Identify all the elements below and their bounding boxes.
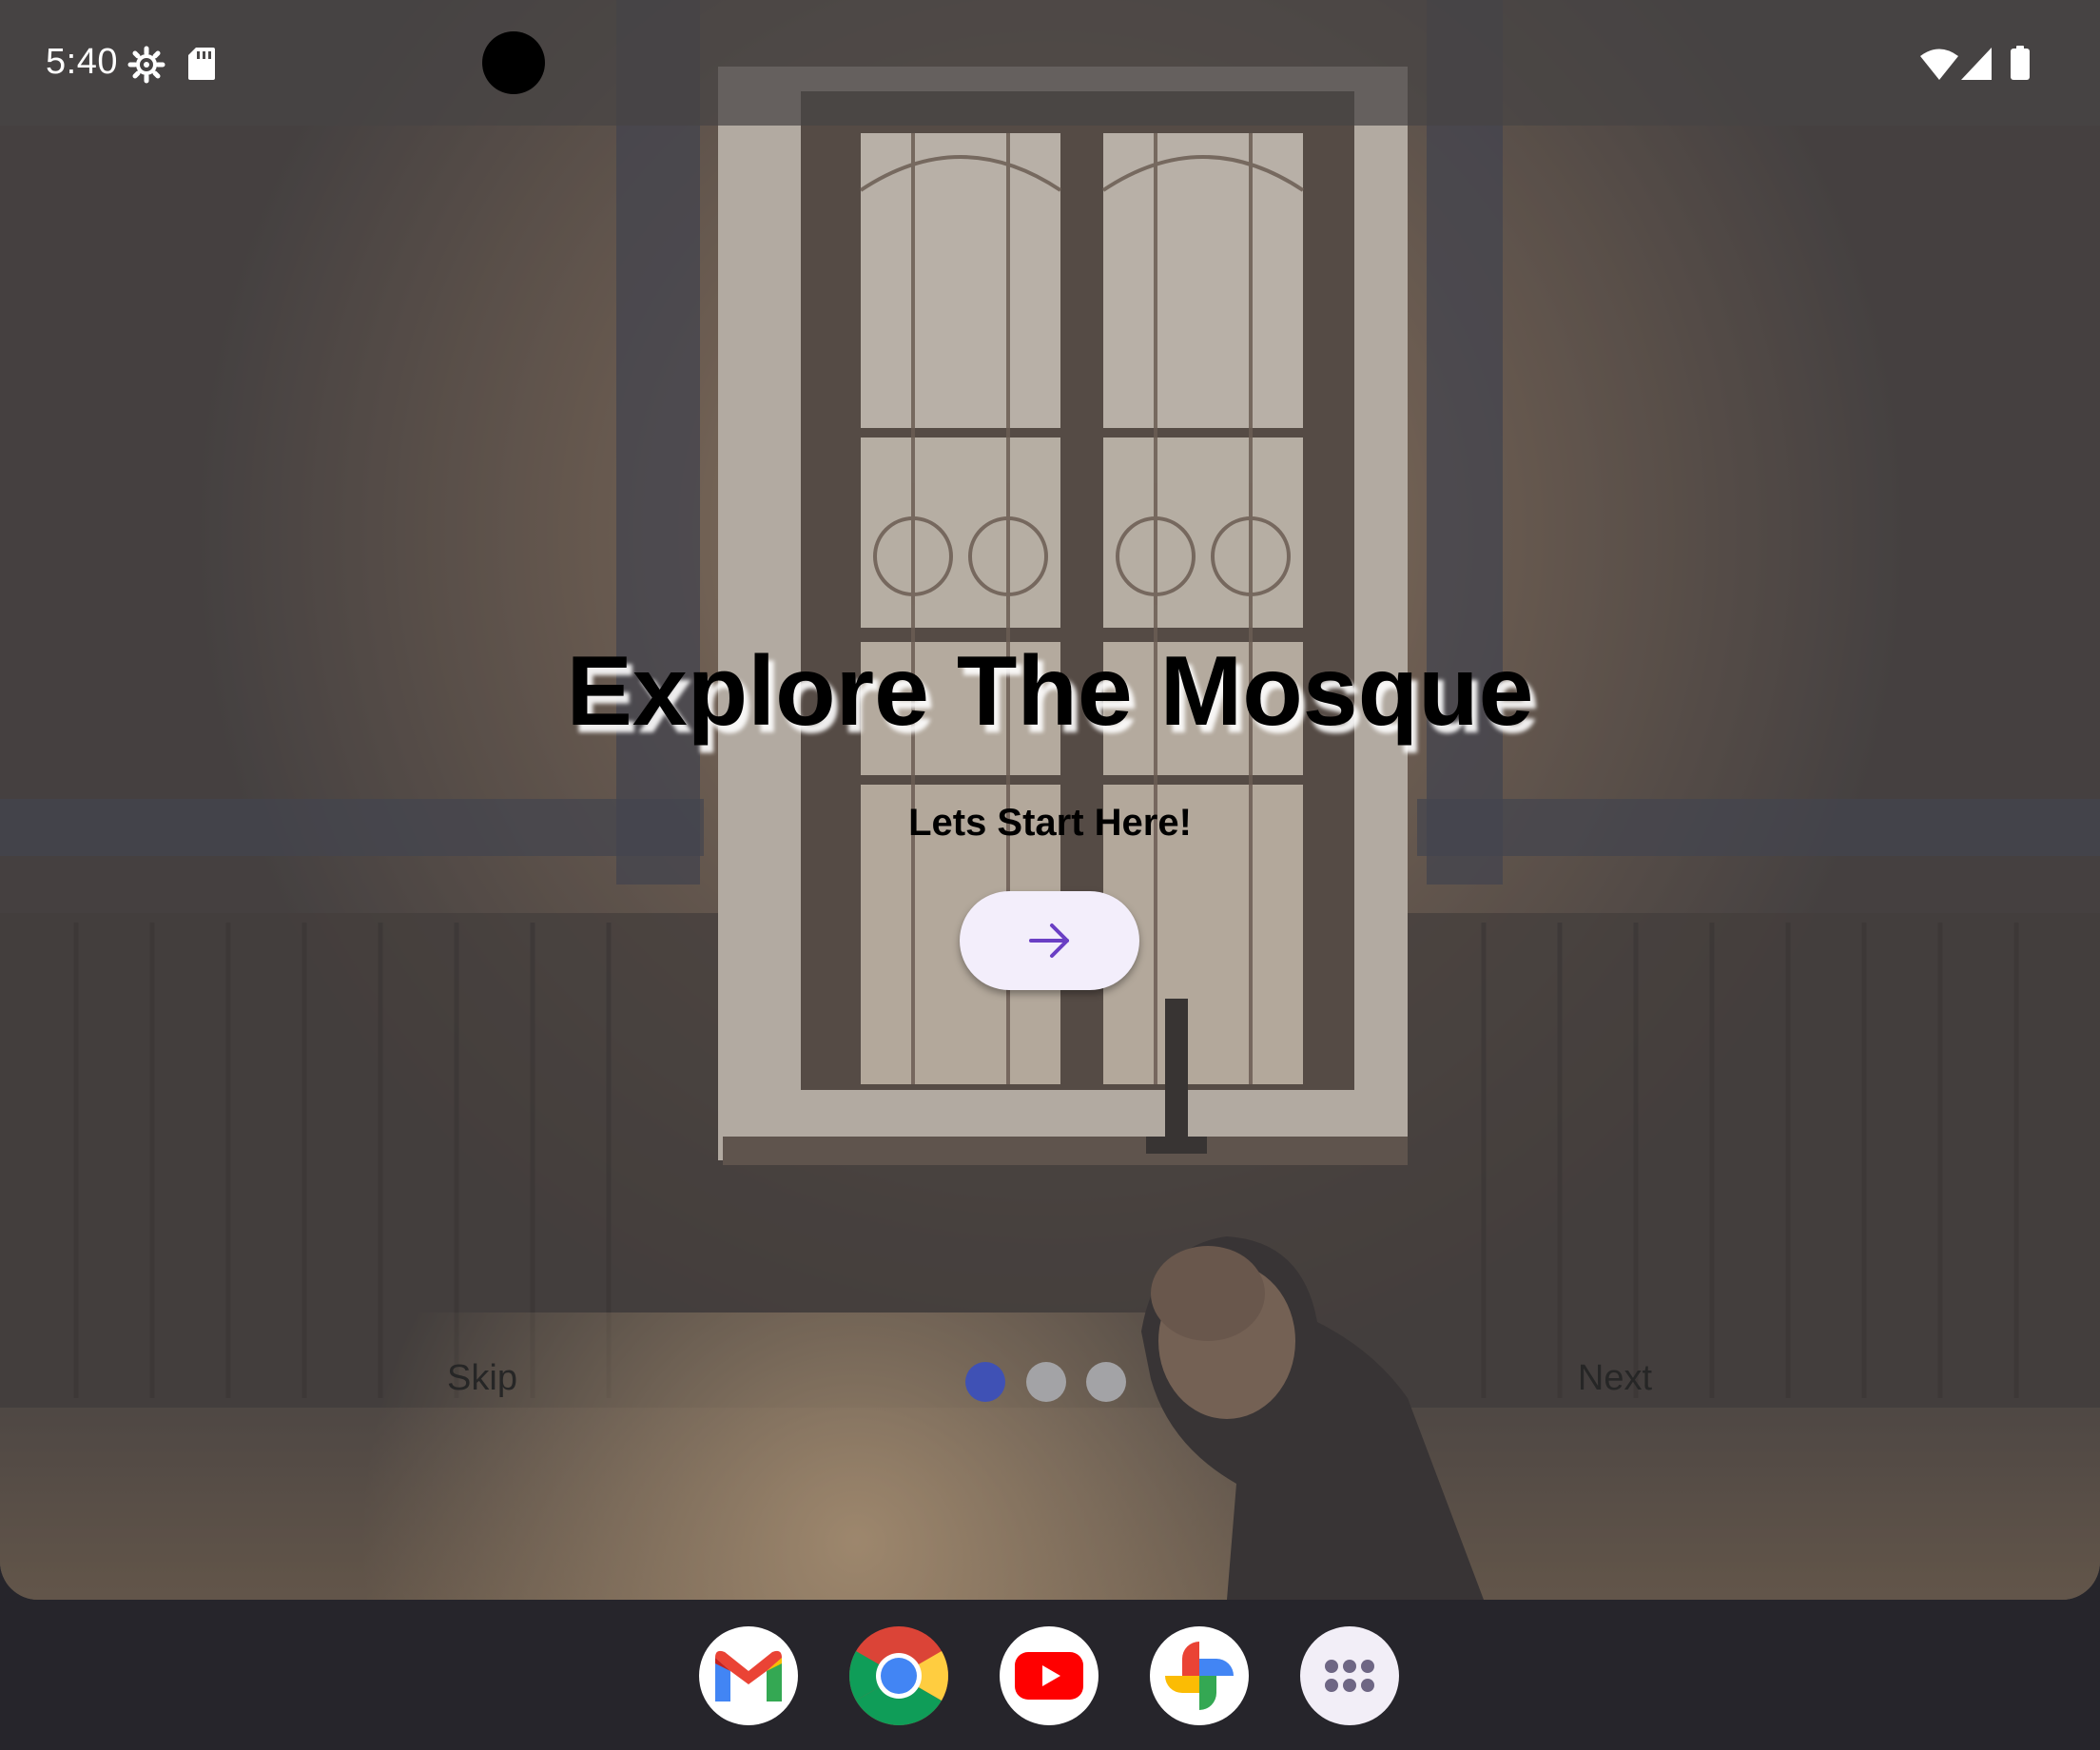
dock-app-drawer[interactable] <box>1300 1626 1399 1725</box>
photos-icon <box>1165 1642 1234 1710</box>
device-screen: 5:40 Explore The Mosque Lets Start Here!… <box>0 0 2100 1750</box>
chrome-icon <box>849 1626 948 1725</box>
page-dot[interactable] <box>965 1362 1005 1402</box>
gmail-icon <box>715 1650 782 1701</box>
dock-app-youtube[interactable] <box>1000 1626 1099 1725</box>
page-dot[interactable] <box>1086 1362 1126 1402</box>
skip-button[interactable]: Skip <box>430 1358 535 1406</box>
youtube-icon <box>1015 1652 1083 1700</box>
gear-icon <box>127 46 165 84</box>
onboarding-title: Explore The Mosque <box>566 636 1534 747</box>
onboarding-screen: 5:40 Explore The Mosque Lets Start Here!… <box>0 0 2100 1600</box>
dock-app-chrome[interactable] <box>849 1626 948 1725</box>
app-drawer-icon <box>1325 1660 1374 1692</box>
front-camera-cutout <box>482 31 545 94</box>
page-indicator <box>965 1361 1129 1403</box>
dim-overlay <box>0 0 2100 1600</box>
cell-signal-icon <box>1961 48 1992 80</box>
onboarding-subtitle: Lets Start Here! <box>908 802 1192 844</box>
page-dot[interactable] <box>1026 1362 1066 1402</box>
start-button[interactable] <box>960 891 1139 990</box>
battery-icon <box>2011 46 2030 80</box>
next-button[interactable]: Next <box>1567 1358 1662 1406</box>
status-bar: 5:40 <box>0 0 2100 126</box>
status-time: 5:40 <box>46 42 118 82</box>
arrow-right-icon <box>1028 924 1069 958</box>
wifi-icon <box>1920 49 1958 80</box>
dock-app-gmail[interactable] <box>699 1626 798 1725</box>
dock-app-photos[interactable] <box>1150 1626 1249 1725</box>
sd-card-icon <box>188 48 215 80</box>
